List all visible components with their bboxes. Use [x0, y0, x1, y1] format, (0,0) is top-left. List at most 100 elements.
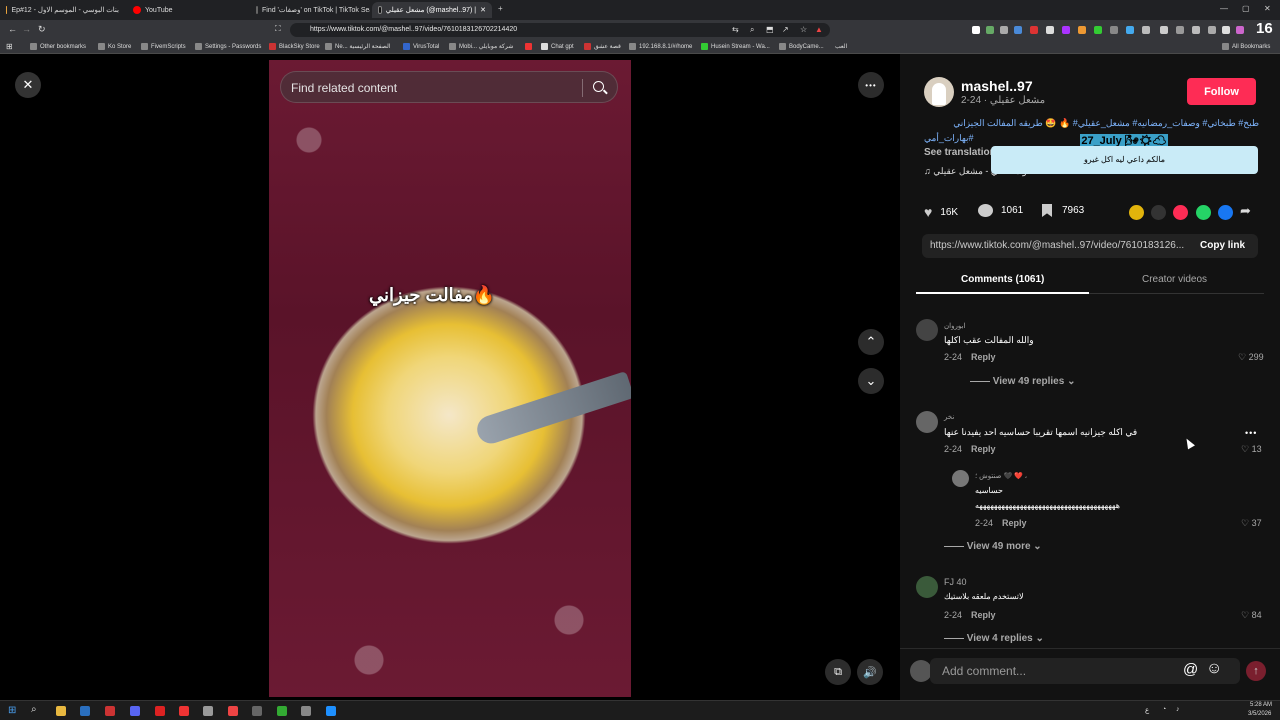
vscode-icon[interactable]	[326, 706, 336, 716]
comment-avatar[interactable]	[916, 411, 938, 433]
cast-icon[interactable]: ⇆	[732, 25, 739, 34]
extension-icon[interactable]	[1046, 26, 1054, 34]
clock-time[interactable]: 5:28 AM	[1250, 702, 1272, 708]
video-link-text[interactable]: https://www.tiktok.com/@mashel..97/video…	[930, 240, 1188, 251]
previous-video-button[interactable]: ⌃	[858, 329, 884, 355]
embed-icon[interactable]	[1151, 205, 1166, 220]
sidebar-icon[interactable]	[1192, 26, 1200, 34]
close-video-button[interactable]: ✕	[15, 72, 41, 98]
install-icon[interactable]: ⬒	[766, 25, 774, 34]
related-search-input[interactable]	[291, 78, 571, 98]
bookmark-item[interactable]: Ne... الصفحة الرئيسية	[325, 43, 391, 50]
extensions-menu-icon[interactable]	[1160, 26, 1168, 34]
media-icon[interactable]	[1176, 26, 1184, 34]
author-avatar[interactable]	[924, 77, 954, 107]
see-translation-link[interactable]: See translation	[924, 147, 996, 158]
zoom-icon[interactable]: ⌕	[750, 25, 754, 35]
volume-button[interactable]: 🔊	[857, 659, 883, 685]
bookmark-item[interactable]: 192.168.8.1/#/home	[629, 43, 692, 50]
extension-icon[interactable]	[1078, 26, 1086, 34]
bookmark-item[interactable]: Settings - Passwords	[195, 43, 261, 50]
page-info-icon[interactable]: ⛶	[275, 24, 281, 34]
reply-button[interactable]: Reply	[971, 444, 996, 454]
back-icon[interactable]: ←	[8, 24, 17, 34]
facebook-icon[interactable]	[1218, 205, 1233, 220]
search-icon[interactable]	[593, 81, 604, 92]
reply-button[interactable]: Reply	[971, 610, 996, 620]
windows-start-icon[interactable]: ⊞	[8, 705, 16, 716]
extension-warning-icon[interactable]: ▲	[815, 25, 823, 34]
comment-like[interactable]: ♡ 84	[1241, 610, 1262, 621]
network-icon[interactable]: ◔	[1162, 706, 1166, 713]
comment-username[interactable]: نخر	[944, 413, 954, 421]
app-icon[interactable]	[252, 706, 262, 716]
bookmark-item[interactable]: Chat gpt	[541, 43, 574, 50]
bookmark-item[interactable]	[525, 43, 532, 50]
app-icon[interactable]	[203, 706, 213, 716]
bookmark-item[interactable]: Husein Stream - Wa...	[701, 43, 770, 50]
app-icon[interactable]	[80, 706, 90, 716]
tab-youtube[interactable]: YouTube	[127, 2, 247, 18]
bookmark-item[interactable]: BodyCame...	[779, 43, 824, 50]
reload-icon[interactable]: ↻	[38, 24, 46, 35]
bookmark-item[interactable]: Mobi... شركة موبايلي	[449, 43, 513, 50]
bookmark-item[interactable]: Other bookmarks	[30, 43, 86, 50]
description-hashtag[interactable]: بهارات_أمي#	[924, 133, 974, 144]
reply-button[interactable]: Reply	[1002, 518, 1027, 528]
bookmark-item[interactable]: All Bookmarks	[1222, 43, 1270, 50]
forward-icon[interactable]: →	[22, 24, 31, 34]
reply-username[interactable]: صنتوش ؛ 🖤 ❤️ ،	[975, 472, 1027, 480]
profile-icon[interactable]	[1236, 26, 1244, 34]
comment-avatar[interactable]	[916, 576, 938, 598]
tab-comments[interactable]: Comments (1061)	[961, 274, 1044, 285]
app-icon[interactable]	[155, 706, 165, 716]
comment-like[interactable]: ♡ 299	[1238, 352, 1264, 363]
comment-avatar[interactable]	[916, 319, 938, 341]
more-options-button[interactable]: •••	[858, 72, 884, 98]
reply-button[interactable]: Reply	[971, 352, 996, 362]
bookmark-star-icon[interactable]: ☆	[800, 25, 807, 34]
downloads-icon[interactable]	[1208, 26, 1216, 34]
view-replies-button[interactable]: —— View 4 replies ⌄	[944, 633, 1044, 644]
extension-icon[interactable]	[972, 26, 980, 34]
tab-episode[interactable]: Ep#12 - بنات البوسي - الموسم الاول	[0, 2, 125, 18]
minimize-icon[interactable]: —	[1220, 4, 1228, 13]
next-video-button[interactable]: ⌄	[858, 368, 884, 394]
discord-icon[interactable]	[130, 706, 140, 716]
copy-link-button[interactable]: Copy link	[1200, 240, 1245, 251]
tab-tiktok-search[interactable]: Find 'وصفات' on TikTok | TikTok Sea...	[250, 2, 370, 18]
extension-icon[interactable]	[1030, 26, 1038, 34]
extension-icon[interactable]	[1000, 26, 1008, 34]
bookmark-item[interactable]: BlackSky Store	[269, 43, 320, 50]
share-arrow-icon[interactable]: ➦	[1240, 203, 1251, 219]
comment-like[interactable]: ♡ 37	[1241, 518, 1262, 529]
browser-icon[interactable]	[105, 706, 115, 716]
app-icon[interactable]	[228, 706, 238, 716]
user-avatar[interactable]	[910, 660, 932, 682]
extension-icon[interactable]	[1094, 26, 1102, 34]
extension-icon[interactable]	[1014, 26, 1022, 34]
file-explorer-icon[interactable]	[56, 706, 66, 716]
bookmark-item[interactable]: العب	[835, 43, 847, 50]
comment-username[interactable]: ابوروان	[944, 322, 965, 330]
view-replies-button[interactable]: —— View 49 replies ⌄	[970, 376, 1075, 387]
comment-more-icon[interactable]: •••	[1245, 428, 1257, 438]
comment-like[interactable]: ♡ 13	[1241, 444, 1262, 455]
extension-icon[interactable]	[1062, 26, 1070, 34]
shield-icon[interactable]	[1222, 26, 1230, 34]
reply-avatar[interactable]	[952, 470, 969, 487]
volume-tray-icon[interactable]: ♪	[1176, 706, 1180, 713]
app-icon[interactable]	[301, 706, 311, 716]
bookmark-item[interactable]: قصة عشق	[584, 43, 621, 50]
save-stat[interactable]: 7963	[1042, 204, 1084, 217]
comment-stat[interactable]: 1061	[978, 204, 1023, 217]
language-indicator[interactable]: ع	[1145, 706, 1149, 714]
whatsapp-icon[interactable]	[1196, 205, 1211, 220]
extension-icon[interactable]	[1110, 26, 1118, 34]
app-icon[interactable]	[179, 706, 189, 716]
extension-icon[interactable]	[1142, 26, 1150, 34]
share-page-icon[interactable]: ↗	[782, 25, 789, 34]
extension-icon[interactable]	[986, 26, 994, 34]
maximize-icon[interactable]: ▢	[1242, 4, 1250, 13]
new-tab-icon[interactable]: +	[498, 4, 503, 13]
